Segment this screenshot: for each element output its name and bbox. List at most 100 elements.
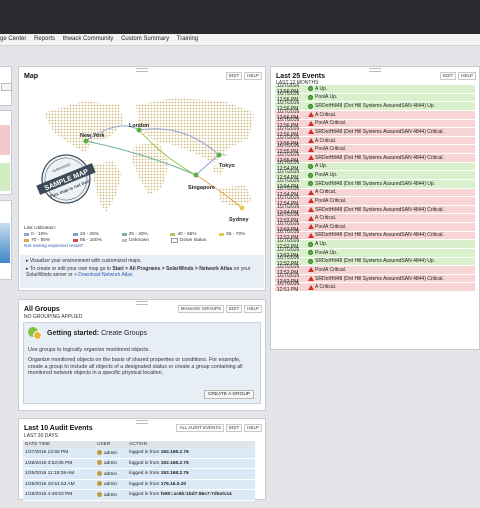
not-seeing-link[interactable]: Not seeing expected result? <box>24 244 264 249</box>
drag-handle[interactable] <box>136 420 148 424</box>
groups-edit-button[interactable]: EDIT <box>225 305 243 313</box>
drag-handle[interactable] <box>136 301 148 305</box>
status-up-icon <box>306 181 315 187</box>
map-help-button[interactable]: HELP <box>244 72 262 80</box>
status-up-icon <box>306 86 315 92</box>
event-message[interactable]: PoolA Up. <box>315 172 475 178</box>
menu-item-training[interactable]: Training <box>177 34 198 45</box>
audit-row: 1/18/2016 4:48:53 PM admin logged in from … <box>23 489 255 501</box>
groups-title: All Groups <box>24 306 60 313</box>
groups-help-button[interactable]: HELP <box>244 305 262 313</box>
status-up-icon <box>306 172 315 178</box>
groups-intro-text: Use groups to logically organize monitor… <box>28 347 150 353</box>
legend-item: 70 - 85% <box>24 238 69 243</box>
event-message[interactable]: SRDotHill48 (Dot Hill Systems AssuredSAN… <box>315 232 475 238</box>
event-message[interactable]: SRDotHill48 (Dot Hill Systems AssuredSAN… <box>315 181 475 187</box>
status-critical-icon <box>306 146 315 152</box>
audit-help-button[interactable]: HELP <box>244 424 262 432</box>
audit-user-cell: admin <box>95 479 127 490</box>
audit-row: 1/26/2016 3:52:05 PM admin logged in from … <box>23 458 255 469</box>
map-info-box: ▸ Visualize your environment with custom… <box>20 255 264 288</box>
audit-time: 1/25/2016 11:18:28 AM <box>23 468 95 480</box>
event-message[interactable]: SRDotHill48 (Dot Hill Systems AssuredSAN… <box>315 276 475 282</box>
audit-time: 1/18/2016 4:48:53 PM <box>23 489 95 501</box>
event-message[interactable]: SRDotHill48 (Dot Hill Systems AssuredSAN… <box>315 155 475 161</box>
event-message[interactable]: A Up. <box>315 241 475 247</box>
audit-time: 1/26/2016 3:52:05 PM <box>23 458 95 469</box>
event-message[interactable]: SRDotHill48 (Dot Hill Systems AssuredSAN… <box>315 129 475 135</box>
status-up-icon <box>306 94 315 100</box>
audit-user: admin <box>104 492 118 498</box>
col-action[interactable]: ACTION <box>127 441 255 448</box>
groups-icon <box>28 327 42 340</box>
event-message[interactable]: A Critical. <box>315 112 475 118</box>
legend-item: 85 - 100% <box>73 238 118 243</box>
audit-edit-button[interactable]: EDIT <box>225 424 243 432</box>
event-message[interactable]: PoolA Critical. <box>315 146 475 152</box>
audit-user: admin <box>104 450 118 456</box>
event-message[interactable]: PoolA Critical. <box>315 198 475 204</box>
city-tokyo: Tokyo <box>219 163 235 169</box>
legend-item: Unknown <box>122 238 167 243</box>
events-title: Last 25 Events <box>276 73 326 80</box>
create-group-button[interactable]: CREATE A GROUP <box>203 390 254 399</box>
drag-handle[interactable] <box>369 68 381 72</box>
audit-action: logged in from 176.16.0.20 <box>127 479 255 490</box>
legend-item: 0 - 10% <box>24 232 69 237</box>
groups-description-text: Organize monitored objects on the basis … <box>28 357 243 377</box>
status-critical-icon <box>306 112 315 118</box>
getting-started-heading: Getting started: Create Groups <box>28 327 256 340</box>
col-datetime[interactable]: DATE TIME <box>23 441 95 448</box>
menu-item-thwack[interactable]: thwack Community <box>63 34 114 45</box>
menu-item-center[interactable]: ge Center <box>0 34 26 45</box>
menu-item-reports[interactable]: Reports <box>34 34 55 45</box>
status-critical-icon <box>306 232 315 238</box>
user-icon <box>97 470 102 476</box>
event-message[interactable]: PoolA Critical. <box>315 224 475 230</box>
event-message[interactable]: A Critical. <box>315 138 475 144</box>
event-row[interactable]: 1/27/2016 12:51 PM A Critical. <box>275 281 475 294</box>
all-audit-events-button[interactable]: ALL AUDIT EVENTS <box>176 424 224 432</box>
event-message[interactable]: PoolA Up. <box>315 94 475 100</box>
events-help-button[interactable]: HELP <box>458 72 476 80</box>
col-user[interactable]: USER <box>95 441 127 448</box>
legend-item: 25 - 40% <box>121 232 167 237</box>
event-message[interactable]: A Up. <box>315 163 475 169</box>
event-message[interactable]: PoolA Up. <box>315 250 475 256</box>
audit-row: 1/25/2016 11:18:28 AM admin logged in from… <box>23 468 255 480</box>
status-up-icon <box>306 258 315 264</box>
audit-action: logged in from fe80::ac6b:1bd7:86c7:7d0a… <box>127 489 255 501</box>
event-message[interactable]: PoolA Critical. <box>315 120 475 126</box>
event-message[interactable]: A Critical. <box>315 284 475 290</box>
download-atlas-link[interactable]: Download Network Atlas <box>78 272 132 278</box>
menu-item-custom-summary[interactable]: Custom Summary <box>121 34 169 45</box>
left-partial-panel-1 <box>0 66 12 106</box>
user-icon <box>97 491 102 497</box>
event-message[interactable]: PoolA Critical. <box>315 267 475 273</box>
map-info-line1: ▸ Visualize your environment with custom… <box>26 258 142 264</box>
audit-time: 1/25/2016 10:51:53 AM <box>23 479 95 490</box>
audit-action: logged in from 192.168.2.76 <box>127 458 255 469</box>
legend-item: 40 - 55% <box>170 232 215 237</box>
event-message[interactable]: A Up. <box>315 86 475 92</box>
world-map: New York London Tokyo Singapore Sydney s… <box>24 83 264 223</box>
event-message[interactable]: SRDotHill48 (Dot Hill Systems AssuredSAN… <box>315 207 475 213</box>
status-up-icon <box>306 241 315 247</box>
events-edit-button[interactable]: EDIT <box>439 72 457 80</box>
event-message[interactable]: A Critical. <box>315 215 475 221</box>
user-icon <box>97 449 102 455</box>
user-icon <box>97 481 102 487</box>
status-critical-icon <box>306 129 315 135</box>
event-message[interactable]: A Critical. <box>315 189 475 195</box>
event-message[interactable]: SRDotHill48 (Dot Hill Systems AssuredSAN… <box>315 258 475 264</box>
manage-groups-button[interactable]: MANAGE GROUPS <box>177 305 224 313</box>
legend-item: 55 - 70% <box>219 232 264 237</box>
map-legend: Link Utilization: 0 - 10% 10 - 25% 25 - … <box>24 226 264 249</box>
audit-panel: Last 10 Audit Events LAST 30 DAYS ALL AU… <box>18 418 266 501</box>
status-critical-icon <box>306 215 315 221</box>
audit-time: 1/27/2016 12:56 PM <box>23 448 95 459</box>
event-message[interactable]: SRDotHill48 (Dot Hill Systems AssuredSAN… <box>315 103 475 109</box>
event-time: 1/27/2016 12:51 PM <box>277 281 300 294</box>
map-edit-button[interactable]: EDIT <box>225 72 243 80</box>
drag-handle[interactable] <box>136 68 148 72</box>
